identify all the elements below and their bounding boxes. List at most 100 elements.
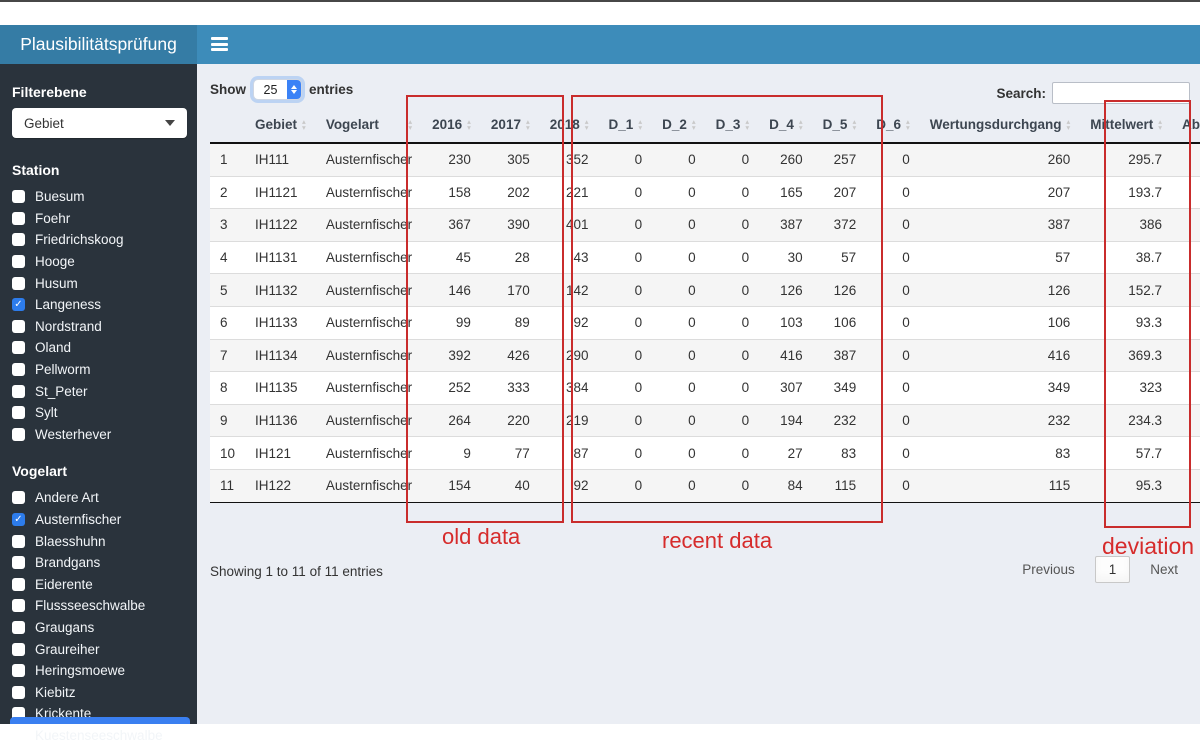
checkbox-checked-icon[interactable]: ✓ bbox=[12, 513, 25, 527]
table-row[interactable]: 5 IH1132 Austernfischer 146 170 142 0 0 0 126 126 0… bbox=[210, 273, 1200, 307]
cell: IH122 bbox=[245, 468, 316, 503]
table-row[interactable]: 6 IH1133 Austernfischer 99 89 92 0 0 0 103 106 0 106… bbox=[210, 305, 1200, 340]
next-page-button[interactable]: Next bbox=[1138, 556, 1190, 583]
table-row[interactable]: 11 IH122 Austernfischer 154 40 92 0 0 0 84 115 0 115… bbox=[210, 468, 1200, 503]
station-item-langeness[interactable]: ✓ Langeness bbox=[12, 294, 187, 316]
checkbox-icon[interactable] bbox=[12, 211, 25, 225]
vogelart-item-graureiher[interactable]: Graureiher bbox=[12, 638, 187, 660]
checkbox-icon[interactable] bbox=[12, 685, 25, 699]
checkbox-icon[interactable] bbox=[12, 363, 25, 377]
station-item-pellworm[interactable]: Pellworm bbox=[12, 359, 187, 381]
station-item-friedrichskoog[interactable]: Friedrichskoog bbox=[12, 229, 187, 251]
cell: IH1135 bbox=[245, 371, 316, 405]
checkbox-icon[interactable] bbox=[12, 534, 25, 548]
column-header-2018[interactable]: 2018 ▴ ▾ bbox=[539, 108, 599, 144]
column-header-mittelwert[interactable]: Mittelwert ▴ ▾ bbox=[1080, 108, 1173, 144]
column-header-wertungsdurchgang[interactable]: Wertungsdurchgang ▴ ▾ bbox=[919, 108, 1081, 144]
checkbox-icon[interactable] bbox=[12, 556, 25, 570]
cell: 9 bbox=[422, 436, 481, 470]
column-header-d-1[interactable]: D_1 ▴ ▾ bbox=[598, 108, 653, 144]
cell: 0 bbox=[705, 305, 760, 340]
checkbox-icon[interactable] bbox=[12, 577, 25, 591]
column-header-2017[interactable]: 2017 ▴ ▾ bbox=[480, 108, 540, 144]
station-item-westerhever[interactable]: Westerhever bbox=[12, 424, 187, 446]
table-row[interactable]: 7 IH1134 Austernfischer 392 426 290 0 0 0 416 387 0… bbox=[210, 338, 1200, 372]
cell: Austernfischer bbox=[315, 305, 423, 340]
hamburger-icon[interactable] bbox=[211, 37, 228, 51]
station-item-hooge[interactable]: Hooge bbox=[12, 251, 187, 273]
vogelart-item-kuestenseeschwalbe[interactable]: Kuestenseeschwalbe bbox=[12, 725, 187, 746]
column-header-2016[interactable]: 2016 ▴ ▾ bbox=[422, 108, 481, 144]
table-row[interactable]: 8 IH1135 Austernfischer 252 333 384 0 0 0 307 349 0… bbox=[210, 371, 1200, 405]
table-row[interactable]: 3 IH1122 Austernfischer 367 390 401 0 0 0 387 372 0… bbox=[210, 208, 1200, 242]
table-row[interactable]: 2 IH1121 Austernfischer 158 202 221 0 0 0 165 207 0… bbox=[210, 175, 1200, 209]
vogelart-item-andere-art[interactable]: Andere Art bbox=[12, 487, 187, 509]
vogelart-item-austernfischer[interactable]: ✓ Austernfischer bbox=[12, 509, 187, 531]
sidebar-partial-element[interactable] bbox=[10, 717, 190, 724]
table-row[interactable]: 10 IH121 Austernfischer 9 77 87 0 0 0 27 83 0 83 57.7… bbox=[210, 436, 1200, 470]
cell: 0 bbox=[652, 468, 706, 503]
checkbox-icon[interactable] bbox=[12, 233, 25, 247]
checkbox-icon[interactable] bbox=[12, 642, 25, 656]
column-header-vogelart[interactable]: Vogelart ▴ ▾ bbox=[315, 108, 423, 144]
column-header-d-4[interactable]: D_4 ▴ ▾ bbox=[759, 108, 813, 144]
table-row[interactable]: 4 IH1131 Austernfischer 45 28 43 0 0 0 30 57 0 57 38.… bbox=[210, 240, 1200, 274]
station-item-foehr[interactable]: Foehr bbox=[12, 208, 187, 230]
stepper-icon[interactable] bbox=[287, 80, 301, 99]
cell: 0.13 bbox=[1172, 338, 1200, 372]
cell: 92 bbox=[539, 468, 599, 503]
vogelart-item-kiebitz[interactable]: Kiebitz bbox=[12, 681, 187, 703]
checkbox-icon[interactable] bbox=[12, 620, 25, 634]
checkbox-label: Heringsmoewe bbox=[35, 663, 126, 679]
station-item-nordstrand[interactable]: Nordstrand bbox=[12, 316, 187, 338]
cell: 0 bbox=[866, 273, 920, 307]
station-item-husum[interactable]: Husum bbox=[12, 272, 187, 294]
previous-page-button[interactable]: Previous bbox=[1010, 556, 1087, 583]
current-page-button[interactable]: 1 bbox=[1094, 556, 1131, 583]
vogelart-item-eiderente[interactable]: Eiderente bbox=[12, 574, 187, 596]
checkbox-icon[interactable] bbox=[12, 599, 25, 613]
checkbox-icon[interactable] bbox=[12, 427, 25, 441]
checkbox-icon[interactable] bbox=[12, 190, 25, 204]
column-header-d-2[interactable]: D_2 ▴ ▾ bbox=[652, 108, 706, 144]
cell: 264 bbox=[422, 403, 481, 437]
vogelart-item-flussseeschwalbe[interactable]: Flussseeschwalbe bbox=[12, 595, 187, 617]
page-length-select[interactable]: 25 bbox=[253, 79, 302, 100]
checkbox-icon[interactable] bbox=[12, 255, 25, 269]
sidebar: Filterebene Gebiet Station Buesum Foehr Fr… bbox=[0, 64, 197, 743]
cell: IH1121 bbox=[245, 175, 316, 209]
vogelart-item-blaesshuhn[interactable]: Blaesshuhn bbox=[12, 530, 187, 552]
cell: 1 bbox=[210, 143, 246, 177]
cell: 0 bbox=[705, 208, 760, 242]
vogelart-item-brandgans[interactable]: Brandgans bbox=[12, 552, 187, 574]
station-item-st-peter[interactable]: St_Peter bbox=[12, 380, 187, 402]
checkbox-icon[interactable] bbox=[12, 276, 25, 290]
vogelart-item-heringsmoewe[interactable]: Heringsmoewe bbox=[12, 660, 187, 682]
cell: 0 bbox=[866, 175, 920, 209]
cell: 165 bbox=[759, 175, 813, 209]
show-label: Show bbox=[210, 82, 246, 97]
cell: IH1134 bbox=[245, 338, 316, 372]
station-item-buesum[interactable]: Buesum bbox=[12, 186, 187, 208]
station-item-sylt[interactable]: Sylt bbox=[12, 402, 187, 424]
checkbox-icon[interactable] bbox=[12, 384, 25, 398]
cell: 0 bbox=[598, 371, 653, 405]
checkbox-icon[interactable] bbox=[12, 491, 25, 505]
table-row[interactable]: 1 IH111 Austernfischer 230 305 352 0 0 0 260 257 0 2… bbox=[210, 143, 1200, 177]
column-header-d-3[interactable]: D_3 ▴ ▾ bbox=[705, 108, 760, 144]
checkbox-icon[interactable] bbox=[12, 664, 25, 678]
checkbox-icon[interactable] bbox=[12, 341, 25, 355]
column-header-abweichung[interactable]: Abweichung▴▾ bbox=[1172, 108, 1200, 144]
checkbox-icon[interactable] bbox=[12, 728, 25, 742]
filterebene-select[interactable]: Gebiet bbox=[12, 108, 187, 138]
column-header-d-6[interactable]: D_6 ▴ ▾ bbox=[866, 108, 920, 144]
checkbox-icon[interactable] bbox=[12, 406, 25, 420]
vogelart-item-graugans[interactable]: Graugans bbox=[12, 617, 187, 639]
station-item-oland[interactable]: Oland bbox=[12, 337, 187, 359]
search-input[interactable] bbox=[1052, 82, 1190, 104]
column-header-gebiet[interactable]: Gebiet ▴ ▾ bbox=[245, 108, 316, 144]
checkbox-checked-icon[interactable]: ✓ bbox=[12, 298, 25, 312]
checkbox-icon[interactable] bbox=[12, 319, 25, 333]
table-row[interactable]: 9 IH1136 Austernfischer 264 220 219 0 0 0 194 232 0… bbox=[210, 403, 1200, 437]
column-header-d-5[interactable]: D_5 ▴ ▾ bbox=[812, 108, 867, 144]
